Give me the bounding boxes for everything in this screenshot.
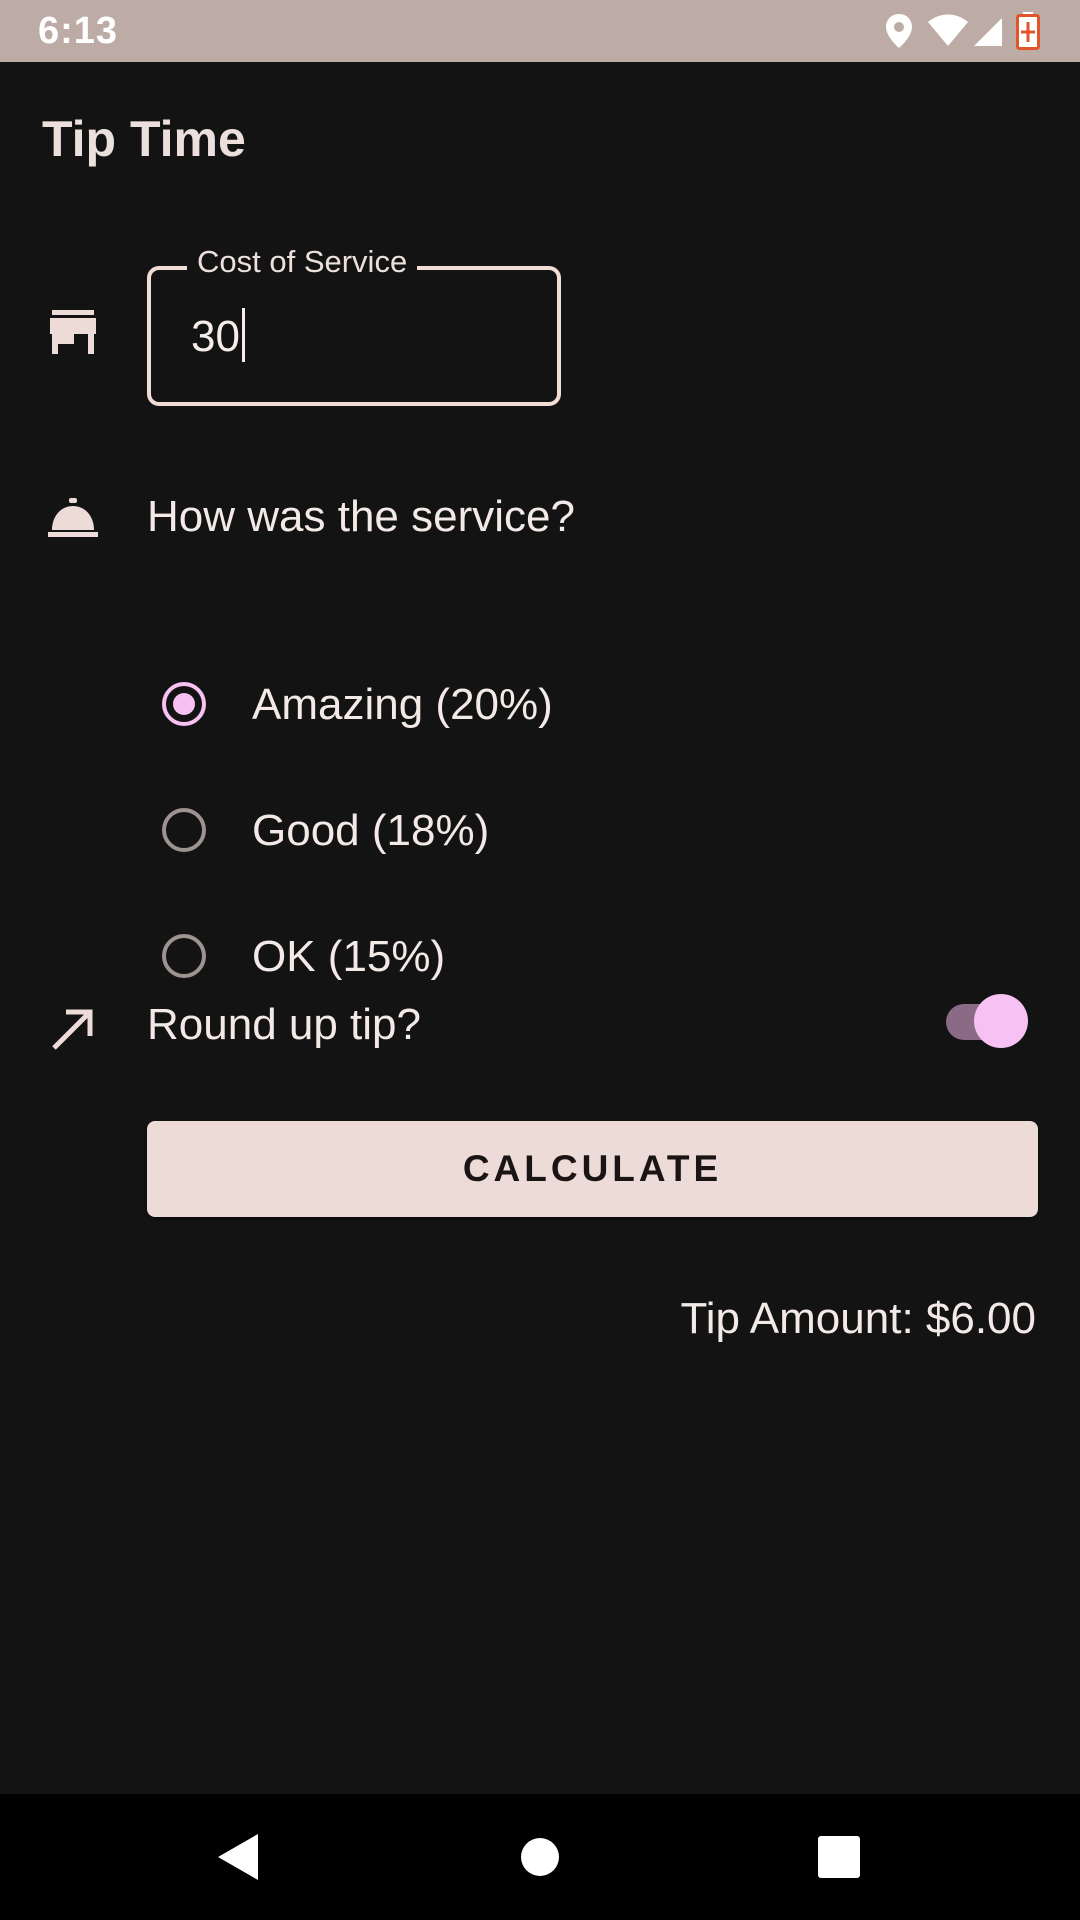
radio-option-good[interactable]: Good (18%) — [160, 794, 960, 874]
round-up-label: Round up tip? — [147, 1000, 421, 1049]
wifi-icon — [928, 14, 968, 46]
radio-label-amazing: Amazing (20%) — [252, 680, 553, 729]
switch-thumb — [974, 994, 1028, 1048]
cost-of-service-label: Cost of Service — [187, 244, 418, 280]
radio-label-good: Good (18%) — [252, 806, 490, 855]
radio-button[interactable] — [162, 808, 206, 852]
radio-option-amazing[interactable]: Amazing (20%) — [160, 668, 960, 748]
room-service-bell-icon — [48, 498, 98, 537]
tip-amount-result: Tip Amount: $6.00 — [680, 1294, 1036, 1343]
home-icon[interactable] — [513, 1830, 567, 1884]
service-question: How was the service? — [147, 492, 575, 541]
radio-label-ok: OK (15%) — [252, 932, 446, 981]
text-caret — [241, 308, 245, 363]
cost-of-service-field[interactable]: Cost of Service 30 — [147, 244, 561, 406]
app-screen: Tip Time Cost of Service 30 How was the … — [0, 62, 1080, 1794]
radio-option-ok[interactable]: OK (15%) — [160, 920, 960, 1000]
cost-of-service-input[interactable]: 30 — [191, 308, 245, 366]
status-icons — [884, 12, 1044, 52]
location-icon — [886, 14, 912, 48]
round-up-switch[interactable] — [942, 992, 1030, 1052]
recents-icon[interactable] — [812, 1830, 866, 1884]
app-title: Tip Time — [42, 111, 246, 167]
status-time: 6:13 — [38, 10, 119, 52]
storefront-icon — [50, 310, 96, 354]
radio-button[interactable] — [162, 934, 206, 978]
back-icon[interactable] — [212, 1830, 266, 1884]
battery-charging-icon — [1016, 12, 1040, 50]
status-bar: 6:13 — [0, 0, 1080, 62]
navigation-bar — [0, 1794, 1080, 1920]
trending-up-arrow-icon — [52, 1009, 93, 1050]
radio-button-selected[interactable] — [162, 682, 206, 726]
calculate-button[interactable]: CALCULATE — [147, 1121, 1038, 1217]
cost-of-service-value: 30 — [191, 312, 240, 361]
signal-icon — [974, 18, 1002, 46]
